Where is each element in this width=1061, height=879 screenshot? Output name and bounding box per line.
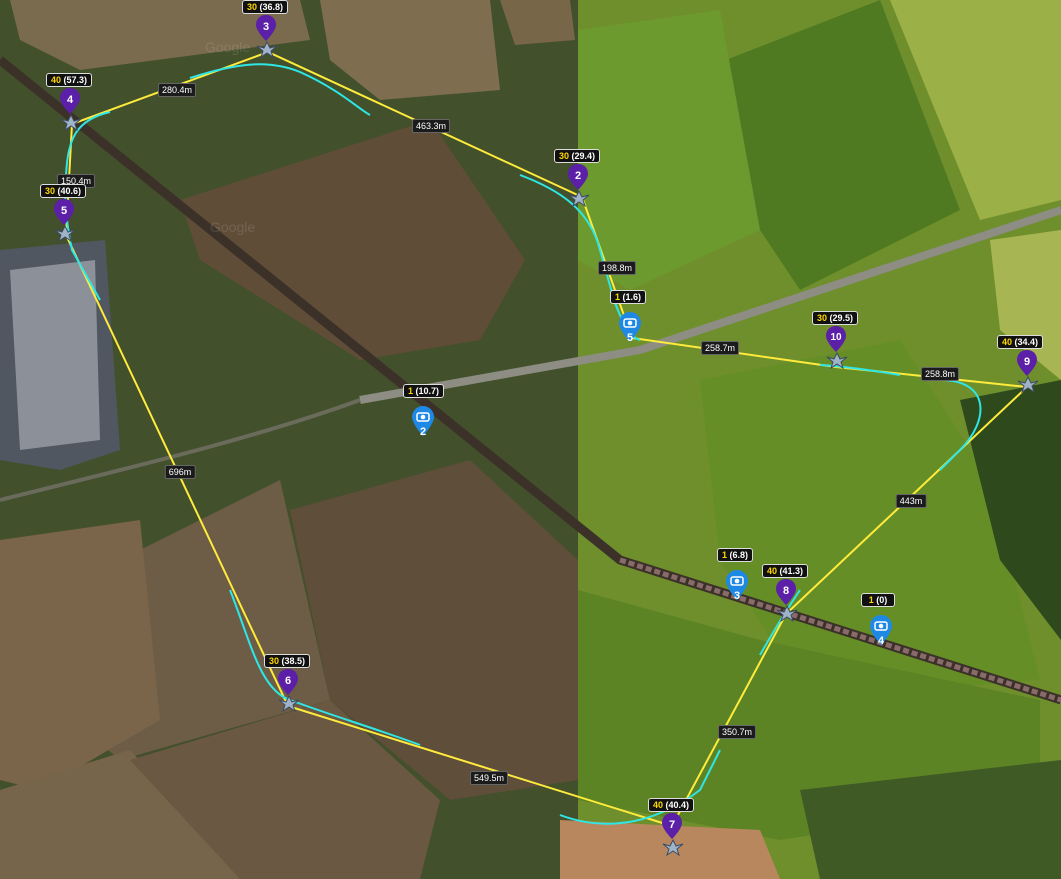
drone-icon [54,224,76,242]
drone-icon [826,351,848,369]
waypoint-number: 9 [1023,356,1031,368]
waypoint-altitude-label: 30 (29.5) [812,311,859,325]
waypoint-altitude-label: 40 (34.4) [997,335,1044,349]
waypoint-altitude-label: 30 (40.6) [40,184,87,198]
waypoint-number: 3 [262,21,270,33]
waypoint-altitude-label: 30 (29.4) [554,149,601,163]
distance-label: 549.5m [469,771,509,785]
camera-altitude-label: 1 (0) [861,593,895,607]
waypoint-altitude-label: 30 (38.5) [264,654,311,668]
drone-icon [60,113,82,131]
distance-label: 696m [164,465,196,479]
map-imagery: Google Google [0,0,1061,879]
waypoint-number: 10 [830,332,842,343]
waypoint-number: 8 [782,585,790,597]
waypoint-number: 6 [284,675,292,687]
camera-altitude-label: 1 (1.6) [610,290,647,304]
camera-altitude-label: 1 (10.7) [403,384,445,398]
camera-point-number: 2 [419,426,427,438]
drone-icon [278,694,300,712]
map-watermark: Google [210,219,255,235]
drone-icon [1017,375,1039,393]
waypoint-number: 2 [574,170,582,182]
waypoint-number: 7 [668,819,676,831]
map-watermark: Google [205,39,250,55]
drone-icon [776,604,798,622]
distance-label: 258.8m [920,367,960,381]
waypoint-altitude-label: 30 (36.8) [242,0,289,14]
distance-label: 463.3m [411,119,451,133]
camera-altitude-label: 1 (6.8) [717,548,754,562]
drone-icon [662,838,684,856]
camera-point-number: 4 [877,635,885,647]
waypoint-number: 4 [66,94,74,106]
camera-point-number: 5 [626,332,634,344]
waypoint-altitude-label: 40 (41.3) [762,564,809,578]
distance-label: 350.7m [717,725,757,739]
drone-icon [568,189,590,207]
waypoint-altitude-label: 40 (40.4) [648,798,695,812]
waypoint-altitude-label: 40 (57.3) [46,73,93,87]
drone-icon [256,40,278,58]
satellite-map[interactable]: Google Google 280.4m 463.3m 150.4m 198.8… [0,0,1061,879]
distance-label: 443m [895,494,927,508]
distance-label: 280.4m [157,83,197,97]
camera-point-number: 3 [733,590,741,602]
waypoint-number: 5 [60,205,68,217]
distance-label: 258.7m [700,341,740,355]
distance-label: 198.8m [597,261,637,275]
